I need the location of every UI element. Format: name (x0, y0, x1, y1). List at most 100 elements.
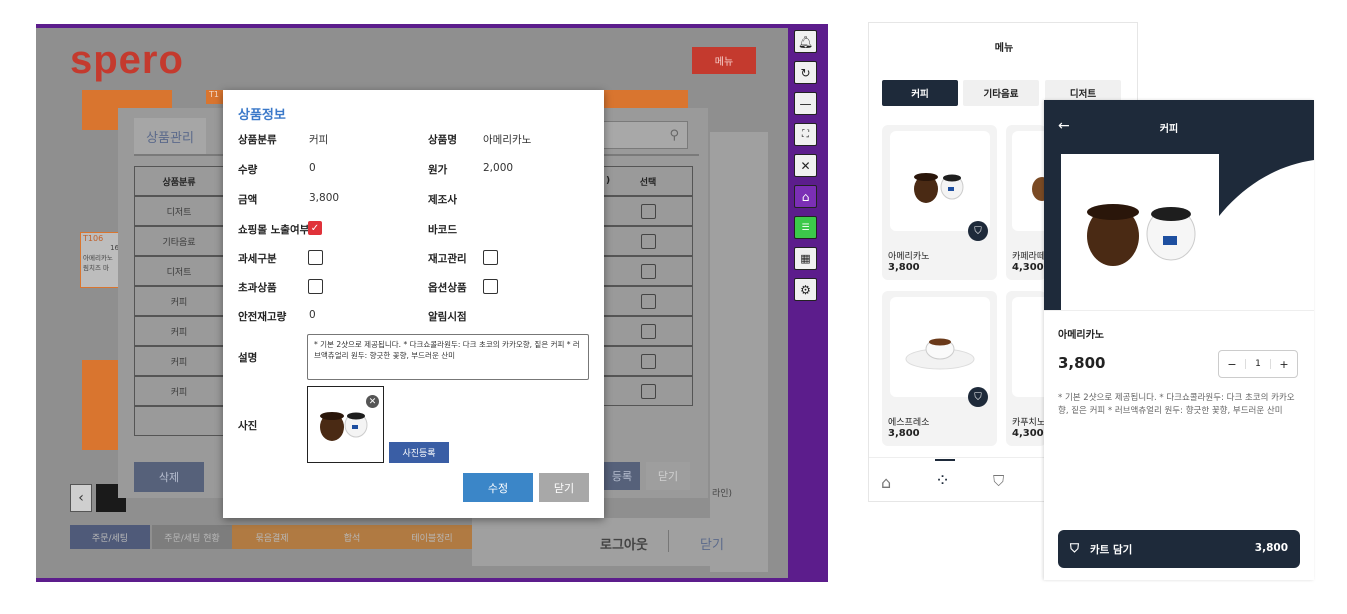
name-label: 상품명 (428, 134, 457, 146)
bag-icon[interactable]: ⛉ (993, 472, 1004, 490)
panel-close-button[interactable]: 닫기 (646, 462, 690, 490)
bottom-tab-bundle[interactable]: 묶음결제 (232, 525, 312, 549)
tab-other-drinks[interactable]: 기타음료 (963, 80, 1039, 106)
menu-grid-icon[interactable]: ⁘ (935, 470, 950, 491)
quantity-value[interactable]: 1 (1245, 359, 1271, 369)
product-info-modal: 상품정보 상품분류 커피 상품명 아메리카노 수량 0 원가 2,000 금액 … (223, 90, 604, 518)
search-icon: ⚲ (669, 127, 679, 143)
product-name: 아메리카노 (888, 252, 930, 262)
table-cell-select (603, 226, 693, 256)
stock-label: 재고관리 (428, 253, 467, 265)
detail-product-price: 3,800 (1058, 354, 1106, 372)
minimize-icon[interactable]: — (794, 92, 817, 115)
bell-icon[interactable]: 🔔︎ (794, 30, 817, 53)
cost-value: 2,000 (483, 162, 514, 174)
category-value: 커피 (309, 134, 329, 146)
add-to-cart-button[interactable]: ⛉ 카트 담기 3,800 (1058, 530, 1300, 568)
bottom-tab-cleanup[interactable]: 테이블정리 (392, 525, 472, 549)
search-input[interactable]: ⚲ (600, 121, 688, 149)
shop-visible-checkbox[interactable]: ✓ (308, 221, 322, 235)
excess-label: 초과상품 (238, 282, 277, 294)
bottom-tab-order[interactable]: 주문/세팅 (70, 525, 150, 549)
increase-button[interactable]: + (1271, 358, 1297, 371)
product-image (1012, 297, 1046, 397)
quantity-stepper: − 1 + (1218, 350, 1298, 378)
product-image (1012, 131, 1052, 231)
tile-header: T106 (83, 234, 104, 243)
row-select-checkbox[interactable] (640, 233, 656, 249)
decrease-button[interactable]: − (1219, 358, 1245, 371)
price-value: 3,800 (309, 192, 340, 204)
row-select-checkbox[interactable] (640, 293, 656, 309)
add-to-bag-icon[interactable]: ⛉ (968, 221, 988, 241)
bottom-tab-status[interactable]: 주문/세팅 현황 (152, 525, 232, 549)
list-icon[interactable]: ☰ (794, 216, 817, 239)
edit-button[interactable]: 수정 (463, 473, 533, 502)
fullscreen-icon[interactable]: ⛶ (794, 123, 817, 146)
footer-close-button[interactable]: 닫기 (700, 534, 724, 553)
product-detail-screen: ← 커피 아메리카노 3,800 − 1 + * 기본 2샷으로 제공됩니다. … (1044, 100, 1314, 580)
table-cell-category: 디저트 (134, 196, 224, 226)
tab-product-manager[interactable]: 상품관리 (134, 118, 206, 154)
product-card[interactable]: ⛉ 에스프레소 3,800 (882, 291, 997, 446)
logout-button[interactable]: 로그아웃 (600, 534, 648, 553)
shop-visible-label: 쇼핑몰 노출여부 (238, 224, 310, 236)
excess-checkbox[interactable] (308, 279, 323, 294)
table-cell-select (603, 196, 693, 226)
grid-icon[interactable]: ▦ (794, 247, 817, 270)
table-tile-t106[interactable]: T106 16 아메리카노 림치즈 마 (80, 232, 122, 288)
table-cell-empty (134, 406, 224, 436)
option-checkbox[interactable] (483, 279, 498, 294)
row-select-checkbox[interactable] (640, 263, 656, 279)
row-select-checkbox[interactable] (640, 323, 656, 339)
side-panel (710, 132, 768, 572)
gear-icon[interactable]: ⚙ (794, 278, 817, 301)
product-name: 카페라떼 (1012, 252, 1046, 262)
product-card[interactable]: 카페라떼 4,300 (1006, 125, 1052, 280)
row-select-checkbox[interactable] (640, 383, 656, 399)
table-tile[interactable] (602, 90, 688, 110)
product-price: 4,300 (1012, 428, 1044, 439)
row-select-checkbox[interactable] (640, 203, 656, 219)
cart-price: 3,800 (1254, 542, 1288, 554)
pos-logo: spero (70, 38, 184, 82)
cart-label: 카트 담기 (1090, 544, 1133, 556)
row-select-checkbox[interactable] (640, 353, 656, 369)
bottom-tab-merge[interactable]: 합석 (312, 525, 392, 549)
alert-label: 알림시점 (428, 311, 467, 323)
prev-page-button[interactable]: ‹ (70, 484, 92, 512)
home-icon[interactable]: ⌂ (881, 473, 891, 492)
modal-close-button[interactable]: 닫기 (539, 473, 589, 502)
description-textarea[interactable]: * 기본 2샷으로 제공됩니다. * 다크쇼콜라원두: 다크 초코의 카카오향,… (307, 334, 589, 380)
product-card[interactable]: ⛉ 아메리카노 3,800 (882, 125, 997, 280)
table-cell-category: 기타음료 (134, 226, 224, 256)
tax-checkbox[interactable] (308, 250, 323, 265)
nav-active-indicator (935, 459, 955, 461)
product-image (890, 297, 990, 397)
divider (1044, 310, 1314, 311)
tab-coffee[interactable]: 커피 (882, 80, 958, 106)
remove-photo-icon[interactable]: ✕ (366, 395, 379, 408)
home-icon[interactable]: ⌂ (794, 185, 817, 208)
column-header-select: ) 선택 (603, 166, 693, 196)
tile-line: 아메리카노 (83, 254, 113, 262)
close-icon[interactable]: ✕ (794, 154, 817, 177)
table-cell-select (603, 316, 693, 346)
stock-checkbox[interactable] (483, 250, 498, 265)
photo-label: 사진 (238, 420, 258, 432)
barcode-label: 바코드 (428, 224, 457, 236)
name-value: 아메리카노 (483, 134, 532, 146)
refresh-icon[interactable]: ↻ (794, 61, 817, 84)
register-photo-button[interactable]: 사진등록 (389, 442, 449, 463)
register-button[interactable]: 등록 (604, 462, 640, 490)
table-cell-category: 커피 (134, 376, 224, 406)
menu-button[interactable]: 메뉴 (692, 47, 756, 74)
tile-line: 림치즈 마 (83, 264, 109, 272)
table-tile[interactable] (82, 360, 122, 450)
detail-description: * 기본 2샷으로 제공됩니다. * 다크쇼콜라원두: 다크 초코의 카카오향,… (1058, 393, 1295, 417)
delete-button[interactable]: 삭제 (134, 462, 204, 492)
tile-count: 16 (110, 244, 119, 252)
add-to-bag-icon[interactable]: ⛉ (968, 387, 988, 407)
detail-product-image (1061, 154, 1219, 310)
product-card[interactable]: 카푸치노 4,300 (1006, 291, 1046, 446)
